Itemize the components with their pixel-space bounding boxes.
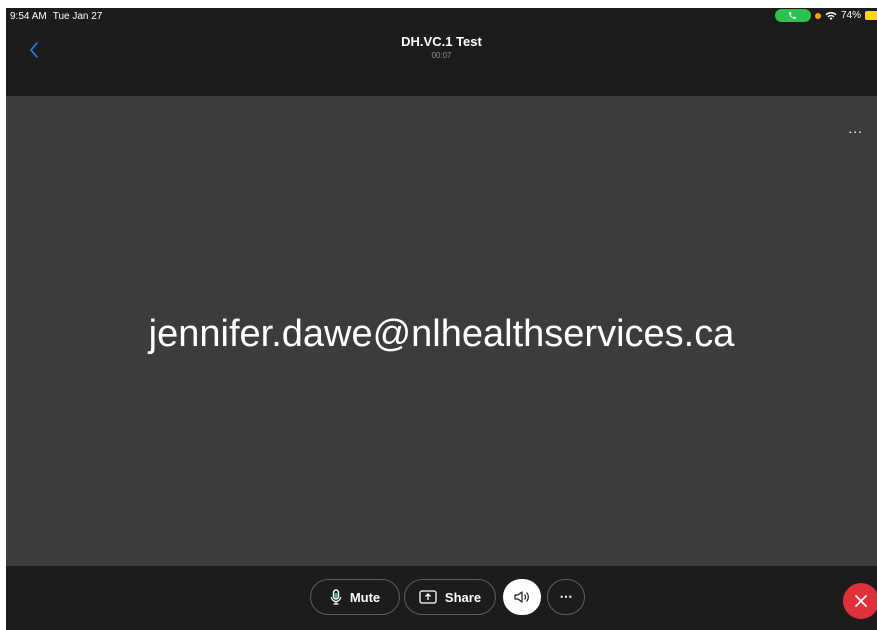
speaker-icon [514, 591, 529, 603]
mute-button[interactable]: Mute [310, 579, 400, 615]
recording-dot [814, 12, 821, 19]
status-right: 74% [774, 9, 877, 22]
end-call-button[interactable] [843, 583, 877, 619]
close-icon [855, 595, 867, 607]
call-timer: 00:07 [431, 51, 452, 60]
battery-percent: 74% [840, 10, 861, 21]
wifi-icon [825, 11, 837, 20]
status-date: Tue Jan 27 [52, 11, 103, 22]
speaker-button[interactable] [503, 579, 541, 615]
title-block: DH.VC.1 Test 00:07 [6, 34, 877, 60]
share-screen-icon [419, 590, 437, 604]
meeting-screen: 9:54 AM Tue Jan 27 74% DH.VC.1 Test 00:0… [6, 8, 877, 630]
battery-icon [865, 11, 877, 20]
call-controls: Mute Share ⋯ [6, 566, 877, 630]
active-call-indicator[interactable] [774, 9, 811, 22]
call-header: DH.VC.1 Test 00:07 [6, 26, 877, 96]
more-options-button[interactable]: ⋯ [547, 579, 585, 615]
status-left: 9:54 AM Tue Jan 27 [10, 11, 102, 22]
mute-label: Mute [349, 589, 381, 605]
more-options-icon: ⋯ [559, 589, 573, 604]
share-label: Share [444, 589, 482, 605]
status-time: 9:54 AM [10, 11, 47, 22]
status-bar: 9:54 AM Tue Jan 27 74% [6, 8, 877, 26]
video-stage: ... jennifer.dawe@nlhealthservices.ca [6, 96, 877, 566]
microphone-icon [330, 589, 341, 605]
share-button[interactable]: Share [404, 579, 496, 615]
meeting-title: DH.VC.1 Test [401, 34, 482, 49]
phone-icon [789, 12, 797, 19]
stage-more-button[interactable]: ... [848, 121, 863, 135]
participant-name: jennifer.dawe@nlhealthservices.ca [148, 313, 735, 355]
